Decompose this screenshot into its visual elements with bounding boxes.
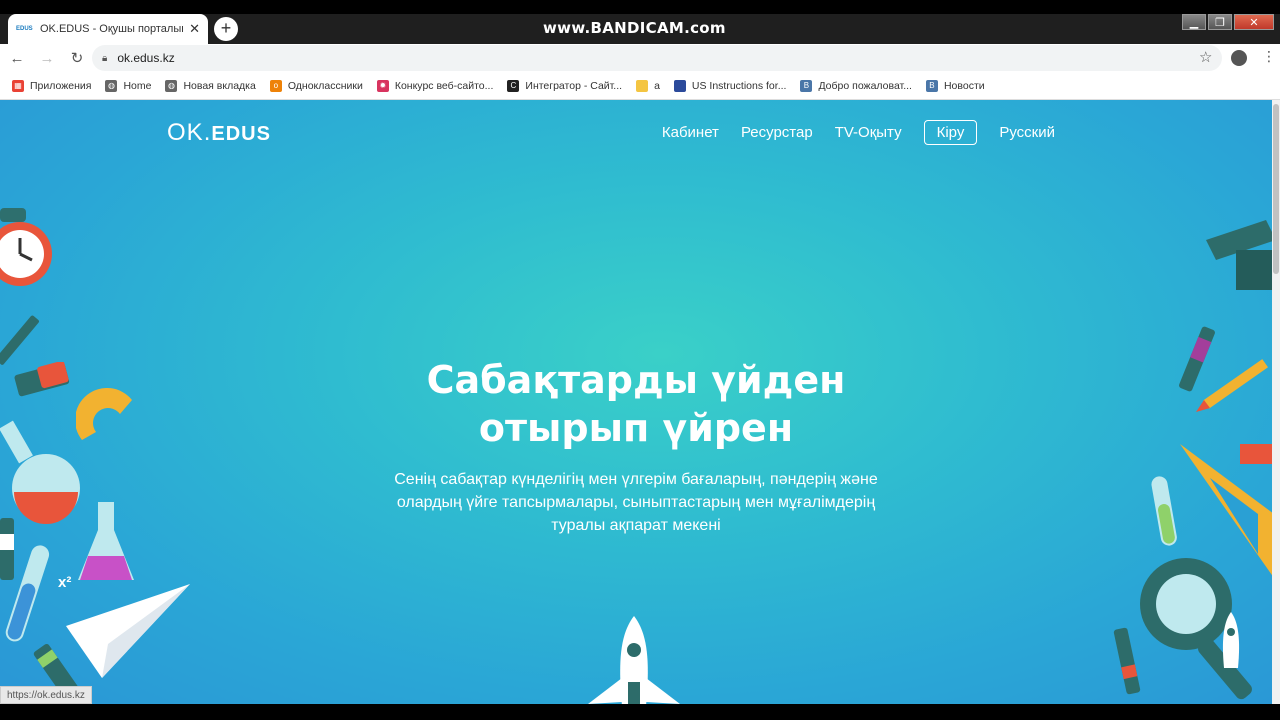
top-black-bar xyxy=(0,0,1280,14)
site-logo[interactable]: OK.EDUS xyxy=(167,119,271,147)
maximize-icon[interactable]: ❐ xyxy=(1208,14,1232,30)
alarm-clock-icon xyxy=(0,208,52,286)
rocket-icon xyxy=(588,616,680,704)
bookmark-item[interactable]: ◍ Home xyxy=(105,79,152,92)
crayon-red-icon xyxy=(1113,627,1141,695)
browser-tab[interactable]: EDUS OK.EDUS - Оқушы порталына к ✕ xyxy=(8,14,208,44)
bookmark-item[interactable]: а xyxy=(636,79,660,92)
minimize-icon[interactable]: ▁ xyxy=(1182,14,1206,30)
vk-icon: В xyxy=(925,79,938,92)
eraser-icon xyxy=(14,362,70,397)
bookmark-label: Новая вкладка xyxy=(183,79,256,92)
apps-grid-icon: ▦ xyxy=(12,79,24,92)
reload-icon[interactable]: ↻ xyxy=(64,49,90,67)
hero-title-line2: отырып үйрен xyxy=(478,406,794,450)
bandicam-watermark: www.BANDICAM.com xyxy=(543,19,726,37)
bookmark-label: Новости xyxy=(943,79,985,92)
kebab-menu-icon[interactable]: ⋮ xyxy=(1262,48,1276,65)
sparkle-icon: ✹ xyxy=(376,79,389,92)
hero-title-line1: Сабақтарды үйден xyxy=(426,358,846,402)
page-scrollbar[interactable] xyxy=(1272,100,1280,704)
lock-icon: 🔒︎ xyxy=(102,52,108,64)
odnoklassniki-icon: о xyxy=(269,79,282,92)
back-arrow-icon[interactable]: ← xyxy=(4,50,30,67)
bookmark-label: Одноклассники xyxy=(287,79,363,92)
logo-edus-text: EDUS xyxy=(211,123,271,145)
address-bar[interactable]: 🔒︎ ok.edus.kz xyxy=(92,45,1222,71)
pencil-icon xyxy=(1196,359,1268,412)
bookmark-label: Конкурс веб-сайто... xyxy=(394,79,494,92)
bookmark-item[interactable]: ◍ Новая вкладка xyxy=(165,79,256,92)
window-controls: ▁ ❐ ✕ xyxy=(1182,14,1274,30)
hero-subtitle: Сенің сабақтар күнделігің мен үлгерім ба… xyxy=(394,471,878,534)
magnifier-icon xyxy=(1140,558,1252,700)
folder-icon xyxy=(636,79,649,92)
page-hero: OK.EDUS Кабинет Ресурстар TV-Оқыту Кіру … xyxy=(0,100,1272,704)
edus-favicon-icon: EDUS xyxy=(16,26,33,32)
new-tab-button[interactable]: + xyxy=(214,17,238,41)
language-switch-link[interactable]: Русский xyxy=(999,124,1055,141)
crayon-left-icon xyxy=(0,518,14,580)
bottom-black-bar xyxy=(0,704,1280,720)
bookmark-label: Home xyxy=(123,79,152,92)
scrollbar-thumb[interactable] xyxy=(1273,104,1279,274)
forward-arrow-icon[interactable]: → xyxy=(34,50,60,67)
nav-resources-link[interactable]: Ресурстар xyxy=(741,124,813,141)
account-avatar-icon[interactable] xyxy=(1231,50,1247,66)
bookmark-label: а xyxy=(654,79,660,92)
us-flag-icon xyxy=(673,79,686,92)
bookmark-star-icon[interactable]: ☆ xyxy=(1199,48,1212,66)
test-tube-green-icon xyxy=(1151,476,1177,546)
bookmark-label: Добро пожаловат... xyxy=(818,79,912,92)
rocket-small-icon xyxy=(1222,612,1240,668)
tab-strip: EDUS OK.EDUS - Оқушы порталына к ✕ + www… xyxy=(0,0,1280,44)
bookmark-item[interactable]: В Новости xyxy=(925,79,985,92)
circle-c-icon: С xyxy=(507,79,520,92)
bookmark-item[interactable]: В Добро пожаловат... xyxy=(800,79,912,92)
site-nav: Кабинет Ресурстар TV-Оқыту Кіру Русский xyxy=(662,120,1055,145)
nav-cabinet-link[interactable]: Кабинет xyxy=(662,124,719,141)
bookmark-item[interactable]: о Одноклассники xyxy=(269,79,363,92)
url-text: ok.edus.kz xyxy=(117,51,175,65)
flask-pink-icon xyxy=(78,502,134,580)
globe-icon: ◍ xyxy=(105,79,118,92)
hero-title: Сабақтарды үйден отырып үйрен xyxy=(0,356,1272,452)
graduation-cap-icon xyxy=(1206,220,1272,290)
browser-toolbar: ← → ↻ 🔒︎ ok.edus.kz ☆ ⋮ xyxy=(0,44,1280,72)
bookmark-item[interactable]: С Интегратор - Сайт... xyxy=(507,79,623,92)
nav-tv-link[interactable]: TV-Оқыту xyxy=(835,124,902,141)
tab-title: OK.EDUS - Оқушы порталына к xyxy=(40,23,183,35)
bookmark-label: US Instructions for... xyxy=(691,79,787,92)
bookmark-label: Приложения xyxy=(30,79,92,92)
vk-icon: В xyxy=(800,79,813,92)
close-tab-icon[interactable]: ✕ xyxy=(189,21,200,37)
bookmark-label: Интегратор - Сайт... xyxy=(525,79,623,92)
bookmarks-bar: ▦ Приложения ◍ Home ◍ Новая вкладка о Однокласс… xyxy=(0,72,1280,100)
globe-icon: ◍ xyxy=(165,79,178,92)
close-window-icon[interactable]: ✕ xyxy=(1234,14,1274,30)
bookmark-item[interactable]: US Instructions for... xyxy=(673,79,787,92)
bookmark-item[interactable]: ▦ Приложения xyxy=(12,79,92,92)
logo-ok-text: OK xyxy=(167,119,204,146)
status-bar-url: https://ok.edus.kz xyxy=(0,686,92,704)
bookmark-item[interactable]: ✹ Конкурс веб-сайто... xyxy=(376,79,494,92)
login-button[interactable]: Кіру xyxy=(923,120,978,145)
